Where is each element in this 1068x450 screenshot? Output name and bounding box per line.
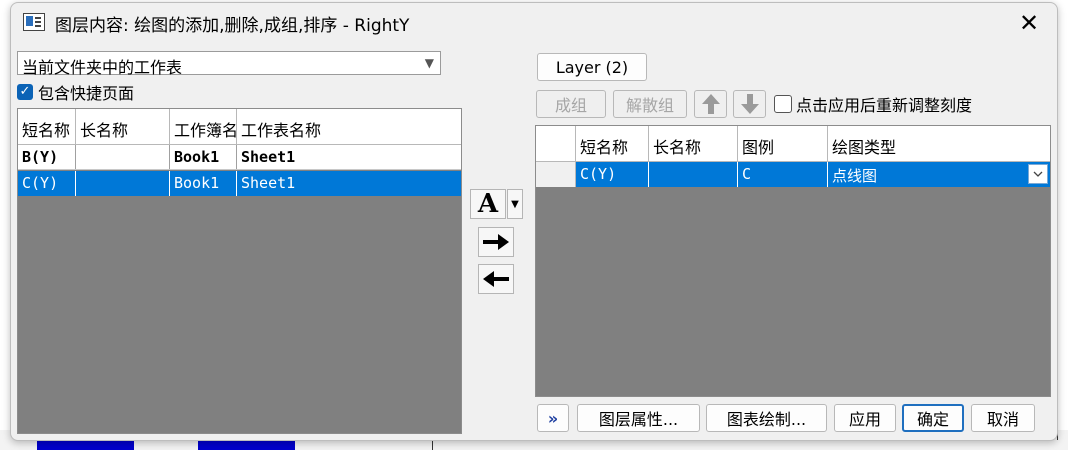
column-header-short-name[interactable]: 短名称	[18, 109, 76, 144]
cell-sheet-name: Sheet1	[241, 148, 296, 166]
cell-long-name	[649, 162, 738, 187]
app-window-icon	[23, 13, 45, 31]
include-shortcut-label: 包含快捷页面	[38, 84, 135, 103]
plot-setup-button[interactable]: 图表绘制...	[706, 404, 827, 432]
layer-select-button[interactable]: Layer (2)	[537, 53, 647, 81]
cell-legend: C	[738, 162, 828, 187]
column-header-plot-type[interactable]: 绘图类型	[828, 126, 1050, 161]
arrow-up-icon	[701, 94, 720, 114]
double-chevron-right-icon: »	[547, 408, 559, 428]
include-shortcut-checkbox[interactable]: ✓ 包含快捷页面	[17, 81, 134, 103]
chevron-down-icon: ▼	[511, 198, 519, 210]
column-header-book-name[interactable]: 工作簿名	[170, 109, 237, 144]
cell-sheet-name: Sheet1	[241, 174, 296, 192]
chevron-down-icon	[1033, 171, 1043, 177]
plot-type-select[interactable]: 点线图	[828, 162, 1050, 187]
cell-short-name: B(Y)	[18, 145, 76, 169]
column-header-long-name[interactable]: 长名称	[76, 109, 170, 144]
column-header-sheet-name[interactable]: 工作表名称	[237, 109, 461, 144]
move-up-button[interactable]	[694, 90, 727, 118]
title-bar: 图层内容: 绘图的添加,删除,成组,排序 - RightY ✕	[11, 3, 1057, 43]
column-header-index	[536, 126, 576, 161]
window-title: 图层内容: 绘图的添加,删除,成组,排序 - RightY	[55, 16, 410, 36]
layer-properties-button[interactable]: 图层属性...	[577, 404, 700, 432]
cell-long-name	[76, 145, 170, 169]
rescale-label: 点击应用后重新调整刻度	[796, 96, 973, 115]
font-a-icon: A	[477, 189, 499, 219]
column-header-long-name[interactable]: 长名称	[649, 126, 738, 161]
remove-plot-button[interactable]	[478, 264, 514, 294]
group-button[interactable]: 成组	[536, 90, 606, 118]
worksheet-source-select[interactable]: 当前文件夹中的工作表 ▼	[17, 51, 441, 77]
plot-type-dropdown-button[interactable]	[1028, 164, 1048, 184]
column-header-short-name[interactable]: 短名称	[576, 126, 649, 161]
table-row-selected[interactable]: C(Y) C 点线图	[536, 162, 1050, 187]
cell-short-name: C(Y)	[18, 171, 76, 196]
cell-book-name: Book1	[170, 171, 237, 196]
move-down-button[interactable]	[733, 90, 766, 118]
cell-long-name	[76, 171, 170, 196]
plot-type-value: 点线图	[832, 167, 878, 185]
table-row-selected[interactable]: C(Y) Book1 Sheet1	[18, 171, 461, 196]
font-dropdown-button[interactable]: ▼	[507, 189, 523, 219]
cell-book-name: Book1	[170, 145, 237, 169]
table-header: 短名称 长名称 工作簿名 工作表名称	[18, 109, 461, 145]
cancel-button[interactable]: 取消	[971, 404, 1035, 432]
table-header: 短名称 长名称 图例 绘图类型	[536, 126, 1050, 162]
close-icon: ✕	[1018, 9, 1040, 37]
ungroup-button[interactable]: 解散组	[613, 90, 687, 118]
arrow-left-icon	[483, 271, 509, 287]
ok-button[interactable]: 确定	[902, 404, 964, 432]
expand-button[interactable]: »	[537, 404, 569, 432]
layer-plots-table: 短名称 长名称 图例 绘图类型 C(Y) C 点线图	[535, 125, 1051, 397]
layer-contents-dialog: 图层内容: 绘图的添加,删除,成组,排序 - RightY ✕ 当前文件夹中的工…	[10, 2, 1058, 441]
table-row[interactable]: B(Y) Book1 Sheet1	[18, 145, 461, 170]
apply-button[interactable]: 应用	[834, 404, 896, 432]
close-button[interactable]: ✕	[1011, 7, 1047, 39]
checkbox-box	[774, 95, 792, 113]
row-header[interactable]	[536, 162, 576, 187]
arrow-right-icon	[483, 234, 509, 250]
font-button[interactable]: A	[470, 189, 506, 219]
chevron-down-icon: ▼	[424, 56, 434, 70]
worksheet-source-value: 当前文件夹中的工作表	[22, 58, 183, 77]
column-header-legend[interactable]: 图例	[738, 126, 828, 161]
checkmark-icon: ✓	[17, 84, 33, 100]
available-data-table: 短名称 长名称 工作簿名 工作表名称 B(Y) Book1 Sheet1 C(Y…	[17, 108, 462, 434]
arrow-down-icon	[740, 94, 759, 114]
rescale-checkbox[interactable]: 点击应用后重新调整刻度	[774, 93, 972, 115]
add-plot-button[interactable]	[478, 227, 514, 257]
cell-short-name: C(Y)	[576, 162, 649, 187]
